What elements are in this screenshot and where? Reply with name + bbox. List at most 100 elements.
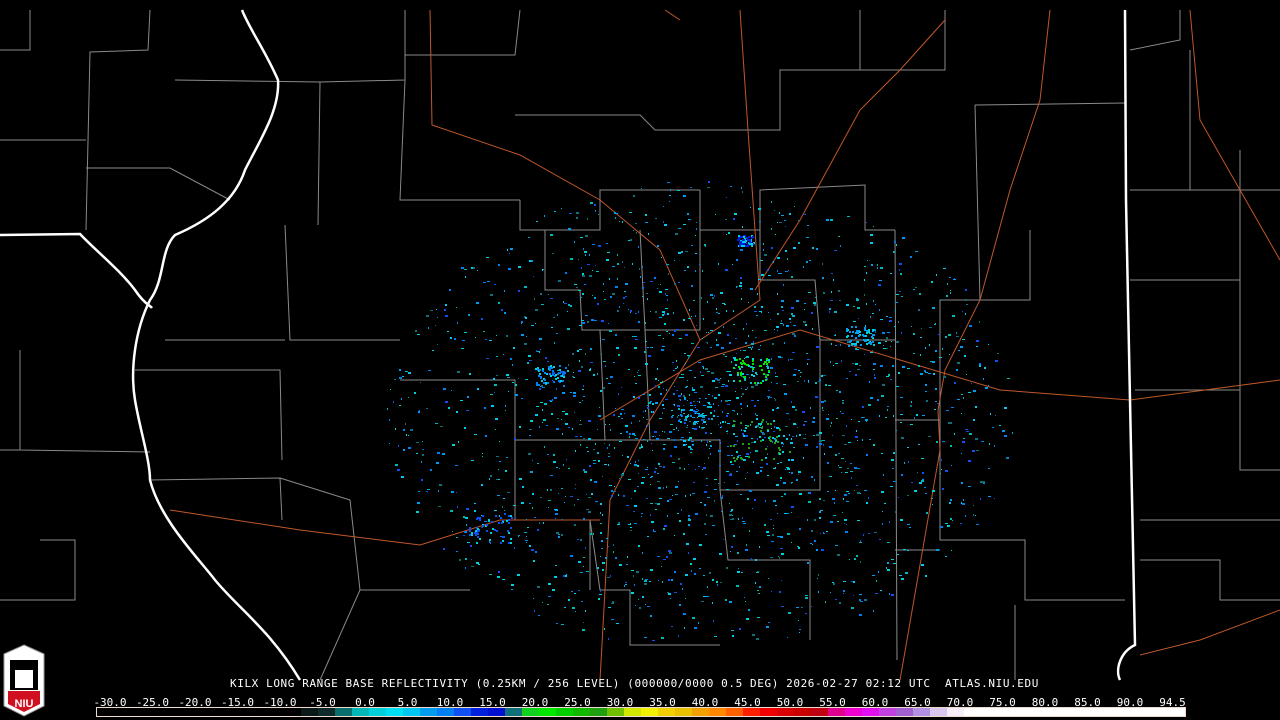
echo-cluster-pixel xyxy=(852,331,854,333)
echo-pixel xyxy=(947,525,950,527)
echo-cluster-pixel xyxy=(482,525,484,527)
echo-pixel xyxy=(739,466,740,468)
echo-pixel xyxy=(871,264,873,266)
echo-pixel xyxy=(525,540,528,541)
echo-pixel xyxy=(583,469,585,471)
echo-pixel xyxy=(544,446,545,448)
echo-pixel xyxy=(723,354,725,355)
echo-pixel xyxy=(415,330,417,332)
echo-pixel xyxy=(909,527,911,528)
echo-pixel xyxy=(683,613,686,615)
echo-pixel xyxy=(754,499,756,501)
echo-pixel xyxy=(497,495,500,496)
echo-cluster-pixel xyxy=(851,335,853,337)
echo-pixel xyxy=(466,508,469,510)
echo-pixel xyxy=(674,330,676,332)
echo-pixel xyxy=(577,539,579,540)
echo-pixel xyxy=(503,354,504,355)
echo-cluster-pixel xyxy=(755,372,757,374)
echo-pixel xyxy=(474,434,477,435)
echo-pixel xyxy=(649,581,651,582)
echo-pixel xyxy=(655,385,656,387)
echo-pixel xyxy=(914,417,915,419)
echo-pixel xyxy=(907,495,909,496)
echo-cluster-pixel xyxy=(733,457,735,459)
echo-pixel xyxy=(437,452,440,454)
echo-pixel xyxy=(866,272,867,274)
echo-pixel xyxy=(803,424,805,426)
echo-pixel xyxy=(727,423,730,424)
echo-pixel xyxy=(771,382,772,383)
echo-pixel xyxy=(658,487,661,489)
echo-pixel xyxy=(890,486,893,487)
echo-pixel xyxy=(705,398,707,399)
echo-pixel xyxy=(848,493,850,494)
echo-pixel xyxy=(690,187,692,188)
echo-pixel xyxy=(788,612,791,614)
echo-pixel xyxy=(735,338,737,339)
echo-pixel xyxy=(961,394,963,395)
echo-pixel xyxy=(530,471,533,473)
echo-pixel xyxy=(907,447,909,448)
echo-pixel xyxy=(622,455,623,456)
county-line xyxy=(399,79,520,201)
echo-cluster-pixel xyxy=(738,235,740,237)
echo-pixel xyxy=(688,552,689,554)
echo-pixel xyxy=(886,337,888,339)
echo-pixel xyxy=(540,293,542,295)
echo-cluster-pixel xyxy=(752,368,754,370)
echo-pixel xyxy=(808,501,811,503)
echo-pixel xyxy=(737,571,740,573)
echo-pixel xyxy=(618,354,620,356)
echo-pixel xyxy=(751,386,754,388)
echo-pixel xyxy=(573,377,575,378)
echo-pixel xyxy=(690,494,691,496)
echo-pixel xyxy=(589,369,591,371)
echo-cluster-pixel xyxy=(779,453,781,455)
echo-cluster-pixel xyxy=(542,370,544,372)
echo-pixel xyxy=(684,627,685,629)
echo-pixel xyxy=(554,509,557,510)
echo-pixel xyxy=(725,219,727,220)
echo-pixel xyxy=(834,502,835,504)
echo-cluster-pixel xyxy=(872,341,874,343)
echo-pixel xyxy=(484,521,487,522)
echo-pixel xyxy=(786,467,789,468)
echo-cluster-pixel xyxy=(786,438,788,440)
echo-pixel xyxy=(682,409,685,411)
echo-pixel xyxy=(389,419,390,421)
echo-pixel xyxy=(746,544,747,546)
echo-pixel xyxy=(887,409,888,411)
echo-pixel xyxy=(688,519,691,521)
legend-color-swatch xyxy=(148,708,165,716)
legend-color-swatch xyxy=(556,708,573,716)
echo-pixel xyxy=(551,413,553,415)
echo-pixel xyxy=(638,321,640,323)
echo-pixel xyxy=(728,400,731,401)
echo-pixel xyxy=(650,484,651,485)
echo-pixel xyxy=(794,206,795,207)
echo-pixel xyxy=(943,376,946,378)
legend-color-swatch xyxy=(386,708,403,716)
echo-cluster-pixel xyxy=(471,534,473,536)
echo-pixel xyxy=(660,393,662,395)
echo-pixel xyxy=(758,593,760,594)
echo-pixel xyxy=(603,387,605,389)
echo-pixel xyxy=(663,408,665,409)
echo-pixel xyxy=(722,384,725,385)
echo-pixel xyxy=(861,417,864,418)
echo-pixel xyxy=(666,389,667,391)
echo-pixel xyxy=(741,414,742,415)
echo-pixel xyxy=(921,328,922,329)
echo-pixel xyxy=(692,445,694,446)
echo-cluster-pixel xyxy=(747,239,749,241)
echo-cluster-pixel xyxy=(739,380,741,382)
echo-pixel xyxy=(720,422,721,424)
echo-pixel xyxy=(664,323,666,325)
echo-pixel xyxy=(408,372,411,374)
echo-pixel xyxy=(952,315,955,317)
echo-pixel xyxy=(826,418,829,420)
echo-pixel xyxy=(594,481,597,483)
echo-pixel xyxy=(759,258,760,259)
echo-pixel xyxy=(457,371,460,373)
